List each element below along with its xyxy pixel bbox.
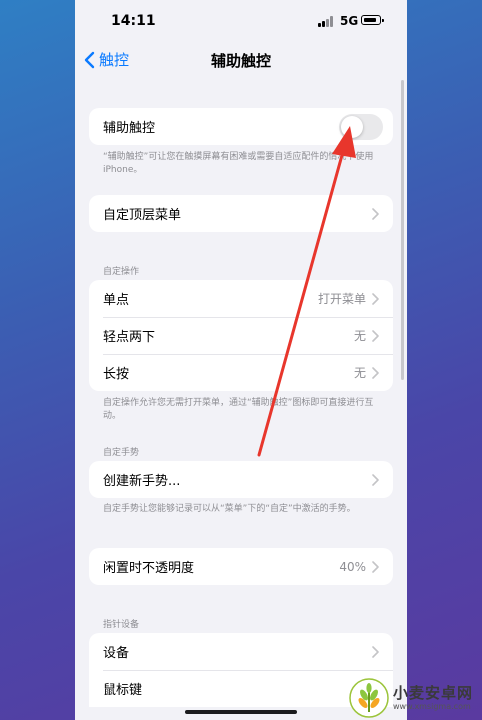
idle-opacity-value: 40% bbox=[339, 559, 366, 574]
watermark-name: 小麦安卓网 bbox=[393, 684, 474, 702]
scrollbar[interactable] bbox=[401, 80, 404, 380]
custom-actions-footnote: 自定操作允许您无需打开菜单，通过“辅助触控”图标即可直接进行互动。 bbox=[103, 398, 374, 421]
network-type: 5G bbox=[340, 14, 359, 28]
idle-opacity-card: 闲置时不透明度 40% bbox=[89, 548, 393, 585]
long-press-label: 长按 bbox=[103, 367, 130, 382]
toggle-knob bbox=[341, 116, 363, 138]
mouse-keys-row[interactable]: 鼠标键 bbox=[89, 670, 393, 707]
watermark-url: www.xmsigma.com bbox=[393, 702, 471, 711]
single-tap-label: 单点 bbox=[103, 293, 130, 308]
assistive-touch-footnote: “辅助触控”可让您在触摸屏幕有困难或需要自适应配件的情况下使用iPhone。 bbox=[103, 152, 374, 175]
customize-top-menu-row[interactable]: 自定顶层菜单 bbox=[89, 195, 393, 232]
mouse-keys-label: 鼠标键 bbox=[103, 683, 143, 698]
chevron-right-icon bbox=[372, 207, 379, 220]
custom-gestures-header: 自定手势 bbox=[103, 448, 140, 458]
signal-icon bbox=[318, 16, 334, 27]
wheat-logo-icon bbox=[349, 678, 389, 718]
devices-row[interactable]: 设备 bbox=[89, 633, 393, 670]
idle-opacity-label: 闲置时不透明度 bbox=[103, 561, 195, 576]
single-tap-value: 打开菜单 bbox=[317, 292, 366, 306]
battery-icon bbox=[361, 15, 384, 25]
customize-top-menu-label: 自定顶层菜单 bbox=[103, 208, 182, 223]
assistive-touch-card: 辅助触控 bbox=[89, 108, 393, 145]
settings-screen: 14:11 5G 触控 辅助触控 辅助触控 “辅助触控”可让您在触摸屏幕有困难或… bbox=[75, 0, 407, 720]
long-press-row[interactable]: 长按 无 bbox=[89, 354, 393, 391]
chevron-right-icon bbox=[372, 473, 379, 486]
custom-actions-card: 单点 打开菜单 轻点两下 无 长按 无 bbox=[89, 280, 393, 391]
navigation-bar: 触控 辅助触控 bbox=[75, 40, 407, 80]
custom-gestures-card: 创建新手势... bbox=[89, 461, 393, 498]
chevron-right-icon bbox=[372, 560, 379, 573]
chevron-right-icon bbox=[372, 366, 379, 379]
chevron-right-icon bbox=[372, 645, 379, 658]
pointer-devices-header: 指针设备 bbox=[103, 620, 140, 630]
home-indicator bbox=[185, 710, 297, 714]
devices-label: 设备 bbox=[103, 646, 130, 661]
double-tap-label: 轻点两下 bbox=[103, 330, 156, 345]
status-time: 14:11 bbox=[111, 13, 156, 29]
site-watermark: 小麦安卓网 www.xmsigma.com bbox=[349, 676, 482, 720]
double-tap-row[interactable]: 轻点两下 无 bbox=[89, 317, 393, 354]
idle-opacity-row[interactable]: 闲置时不透明度 40% bbox=[89, 548, 393, 585]
top-menu-card: 自定顶层菜单 bbox=[89, 195, 393, 232]
double-tap-value: 无 bbox=[353, 329, 366, 343]
custom-gestures-footnote: 自定手势让您能够记录可以从“菜单”下的“自定”中激活的手势。 bbox=[103, 504, 356, 514]
assistive-touch-row: 辅助触控 bbox=[89, 108, 393, 145]
create-gesture-label: 创建新手势... bbox=[103, 474, 181, 489]
chevron-right-icon bbox=[372, 329, 379, 342]
pointer-devices-card: 设备 鼠标键 bbox=[89, 633, 393, 707]
status-bar: 14:11 5G bbox=[75, 0, 407, 40]
assistive-touch-label: 辅助触控 bbox=[103, 121, 156, 136]
page-title: 辅助触控 bbox=[210, 52, 271, 70]
assistive-touch-toggle[interactable] bbox=[339, 114, 383, 140]
chevron-right-icon bbox=[372, 292, 379, 305]
long-press-value: 无 bbox=[353, 366, 366, 380]
custom-actions-header: 自定操作 bbox=[103, 267, 140, 277]
create-gesture-row[interactable]: 创建新手势... bbox=[89, 461, 393, 498]
single-tap-row[interactable]: 单点 打开菜单 bbox=[89, 280, 393, 317]
